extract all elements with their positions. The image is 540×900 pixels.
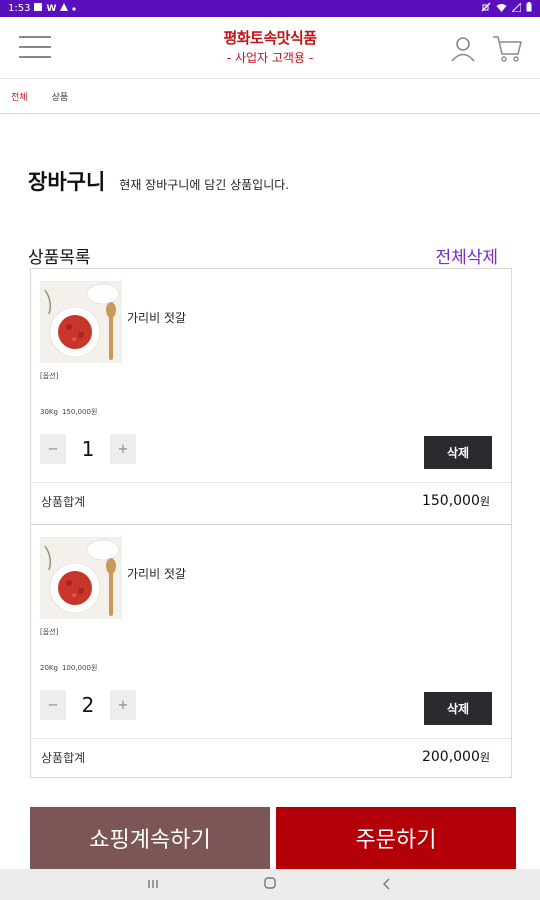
product-name[interactable]: 가리비 젓갈 <box>127 309 186 326</box>
w-icon: W <box>46 3 57 14</box>
subtotal-unit: 원 <box>479 495 490 508</box>
subtotal-unit: 원 <box>479 751 490 764</box>
user-icon[interactable] <box>450 36 476 66</box>
notification-icon <box>34 3 43 14</box>
cart-icon[interactable] <box>492 35 522 67</box>
item-subtotal: 상품합계 200,000원 <box>31 738 511 775</box>
recents-icon[interactable] <box>147 875 159 894</box>
back-icon[interactable] <box>381 875 393 894</box>
subtotal-label: 상품합계 <box>41 750 86 765</box>
delete-item-button[interactable]: 삭제 <box>424 692 492 725</box>
item-subtotal: 상품합계 150,000원 <box>31 482 511 519</box>
subtotal-label: 상품합계 <box>41 494 86 509</box>
breadcrumb-home[interactable]: 전체 <box>11 90 28 103</box>
option-label: [옵션] <box>40 628 59 636</box>
option-value: 30Kg 150,000원 <box>40 407 97 417</box>
delete-item-button[interactable]: 삭제 <box>424 436 492 469</box>
page-title: 장바구니 <box>28 170 106 194</box>
dot-icon <box>72 3 77 14</box>
delete-all-button[interactable]: 전체삭제 <box>435 243 498 268</box>
status-time: 1:53 <box>8 3 31 14</box>
breadcrumb: 전체 상품 <box>0 80 540 114</box>
subtotal-value: 200,000 <box>421 749 480 765</box>
order-button[interactable]: 주문하기 <box>276 807 516 869</box>
subtotal-amount: 200,000원 <box>422 749 490 765</box>
subtotal-amount: 150,000원 <box>422 493 490 509</box>
cart-item: 가리비 젓갈 [옵션] 20Kg 100,000원 − 2 + 삭제 상품합계 2… <box>31 524 511 778</box>
quantity-value[interactable]: 2 <box>66 690 110 720</box>
option-weight: 20Kg <box>40 664 58 672</box>
cart-item: 가리비 젓갈 [옵션] 30Kg 150,000원 − 1 + 삭제 상품합계 1… <box>31 269 511 523</box>
quantity-increase-button[interactable]: + <box>110 434 136 464</box>
cart-list: 가리비 젓갈 [옵션] 30Kg 150,000원 − 1 + 삭제 상품합계 1… <box>30 268 512 778</box>
battery-icon <box>526 2 532 15</box>
page-title-row: 장바구니 현재 장바구니에 담긴 상품입니다. <box>28 166 289 196</box>
header: 평화토속맛식품 - 사업자 고객용 - <box>0 17 540 79</box>
quantity-stepper: − 1 + <box>40 434 136 464</box>
option-price: 150,000원 <box>61 408 98 416</box>
quantity-value[interactable]: 1 <box>66 434 110 464</box>
option-weight: 30Kg <box>40 408 58 416</box>
option-price: 100,000원 <box>61 664 98 672</box>
quantity-stepper: − 2 + <box>40 690 136 720</box>
option-value: 20Kg 100,000원 <box>40 663 97 673</box>
page-description: 현재 장바구니에 담긴 상품입니다. <box>119 178 290 192</box>
product-thumbnail[interactable] <box>40 281 122 363</box>
continue-shopping-button[interactable]: 쇼핑계속하기 <box>30 807 270 869</box>
quantity-decrease-button[interactable]: − <box>40 690 66 720</box>
option-label: [옵션] <box>40 372 59 380</box>
product-thumbnail[interactable] <box>40 537 122 619</box>
breadcrumb-current[interactable]: 상품 <box>52 90 69 103</box>
a-icon <box>60 3 69 14</box>
system-nav-bar <box>0 869 540 900</box>
status-bar: 1:53 W <box>0 0 540 17</box>
wifi-icon <box>496 3 507 15</box>
product-list-header: 상품목록 전체삭제 <box>28 243 498 268</box>
no-sim-icon <box>510 1 522 15</box>
quantity-increase-button[interactable]: + <box>110 690 136 720</box>
subtotal-value: 150,000 <box>421 493 480 509</box>
product-list-title: 상품목록 <box>28 248 91 268</box>
quantity-decrease-button[interactable]: − <box>40 434 66 464</box>
mute-icon <box>481 2 491 15</box>
home-icon[interactable] <box>263 875 277 894</box>
product-name[interactable]: 가리비 젓갈 <box>127 565 186 582</box>
